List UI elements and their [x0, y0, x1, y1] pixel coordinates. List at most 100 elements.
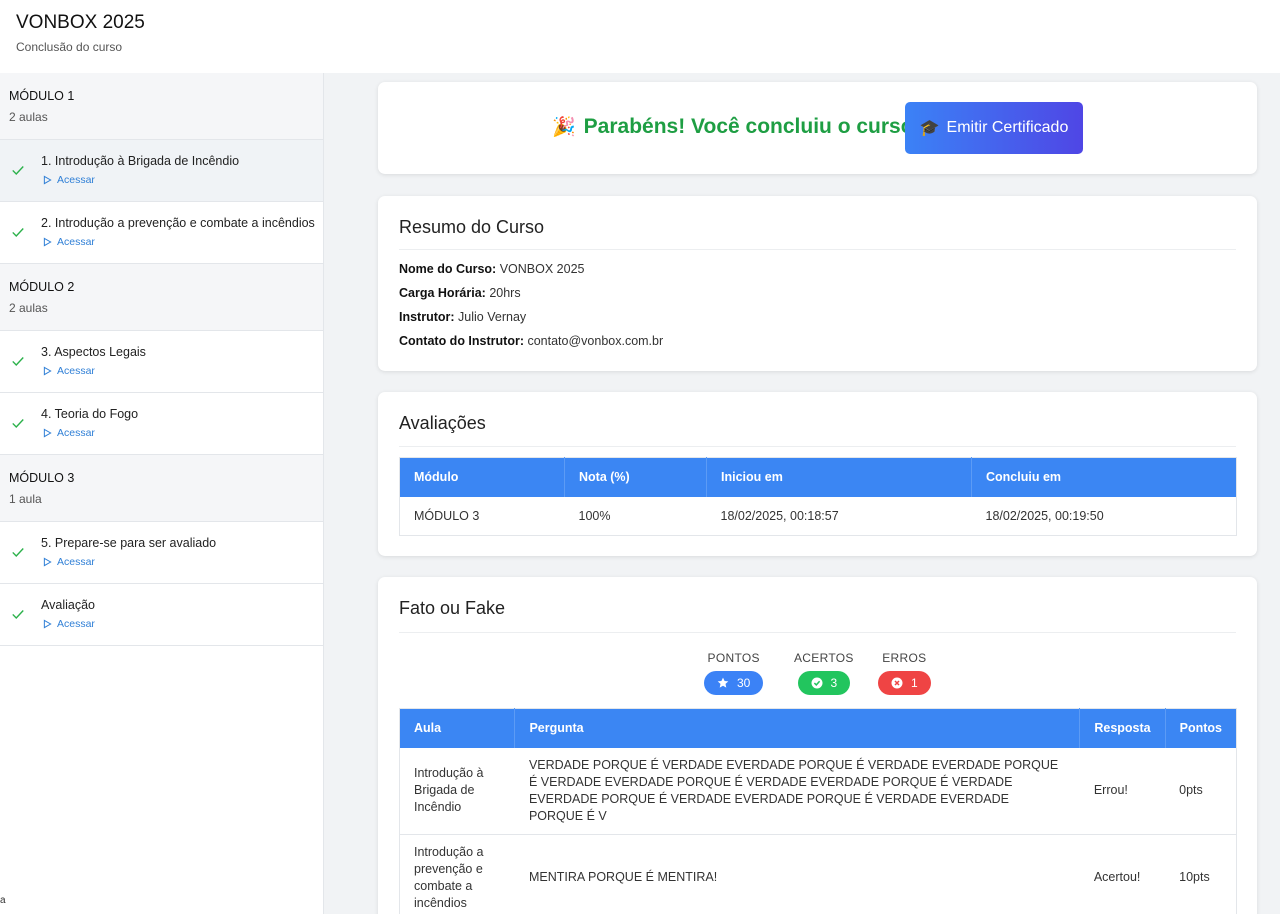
lesson-access-link[interactable]: Acessar: [43, 556, 95, 568]
play-icon: [43, 428, 52, 438]
table-cell: Introdução a prevenção e combate a incên…: [399, 834, 515, 914]
evaluations-table: Módulo Nota (%) Iniciou em Concluiu em M…: [399, 457, 1237, 536]
sidebar-footer-text: a: [0, 895, 6, 906]
divider: [399, 632, 1236, 633]
lesson-access-link[interactable]: Acessar: [43, 427, 95, 439]
graduation-cap-icon: 🎓: [919, 120, 940, 137]
column-header: Nota (%): [564, 457, 707, 497]
divider: [399, 446, 1236, 447]
lesson-access-link[interactable]: Acessar: [43, 618, 95, 630]
issue-certificate-label: Emitir Certificado: [946, 119, 1069, 136]
star-icon: [717, 677, 729, 688]
points-stat: PONTOS 30: [704, 651, 764, 695]
module-title: MÓDULO 3: [9, 471, 75, 485]
x-circle-icon: [891, 677, 903, 689]
summary-course-name: Nome do Curso: VONBOX 2025: [399, 262, 585, 276]
lesson-access-label: Acessar: [57, 556, 95, 568]
sidebar-lesson-item[interactable]: 2. Introdução a prevenção e combate a in…: [0, 202, 323, 264]
stat-label: ACERTOS: [794, 651, 854, 665]
check-icon: [12, 548, 24, 557]
page-subtitle: Conclusão do curso: [16, 40, 123, 54]
stat-label: PONTOS: [707, 651, 760, 665]
lesson-access-label: Acessar: [57, 427, 95, 439]
table-row: Introdução à Brigada de Incêndio VERDADE…: [399, 747, 1237, 835]
evaluations-card: Avaliações Módulo Nota (%) Iniciou em Co…: [378, 392, 1257, 556]
table-row: Introdução a prevenção e combate a incên…: [399, 834, 1237, 914]
play-icon: [43, 237, 52, 247]
sidebar-lesson-item[interactable]: 4. Teoria do Fogo Acessar: [0, 393, 323, 455]
stat-label: ERROS: [882, 651, 927, 665]
errors-badge: 1: [878, 671, 931, 695]
fact-or-fake-table-wrap: Aula Pergunta Resposta Pontos Introdução…: [399, 708, 1237, 914]
table-cell: Introdução à Brigada de Incêndio: [399, 747, 515, 835]
lesson-access-link[interactable]: Acessar: [43, 365, 95, 377]
column-header: Iniciou em: [706, 457, 972, 497]
lesson-title: 4. Teoria do Fogo: [41, 407, 139, 421]
fact-or-fake-table: Aula Pergunta Resposta Pontos Introdução…: [399, 708, 1237, 914]
congrats-card: 🎉 Parabéns! Você concluiu o curso. 🎓 Emi…: [378, 82, 1257, 174]
module-lesson-count: 2 aulas: [9, 301, 48, 315]
course-sidebar: MÓDULO 1 2 aulas 1. Introdução à Brigada…: [0, 73, 324, 914]
stat-value: 1: [911, 676, 918, 690]
top-header: VONBOX 2025 Conclusão do curso: [0, 0, 1280, 73]
play-icon: [43, 557, 52, 567]
lesson-access-link[interactable]: Acessar: [43, 174, 95, 186]
hits-badge: 3: [797, 671, 851, 695]
errors-stat: ERROS 1: [878, 651, 931, 695]
lesson-access-label: Acessar: [57, 618, 95, 630]
fact-or-fake-card: Fato ou Fake PONTOS 30 ACERTOS 3 ERROS 1…: [378, 577, 1257, 914]
table-cell: 18/02/2025, 00:19:50: [971, 496, 1237, 536]
course-summary-card: Resumo do Curso Nome do Curso: VONBOX 20…: [378, 196, 1257, 371]
column-header: Módulo: [399, 457, 565, 497]
table-cell: 100%: [564, 496, 707, 536]
sidebar-lesson-item[interactable]: 5. Prepare-se para ser avaliado Acessar: [0, 522, 323, 584]
module-header[interactable]: MÓDULO 2 2 aulas: [0, 264, 323, 331]
sidebar-lesson-item[interactable]: 1. Introdução à Brigada de Incêndio Aces…: [0, 140, 323, 202]
course-summary-title: Resumo do Curso: [399, 217, 545, 237]
play-icon: [43, 619, 52, 629]
issue-certificate-button[interactable]: 🎓 Emitir Certificado: [905, 102, 1083, 154]
table-cell: 0pts: [1165, 747, 1237, 835]
table-header-row: Aula Pergunta Resposta Pontos: [399, 708, 1237, 748]
congrats-text: Parabéns! Você concluiu o curso.: [583, 115, 920, 138]
lesson-title: 2. Introdução a prevenção e combate a in…: [41, 216, 315, 230]
column-header: Resposta: [1079, 708, 1166, 748]
divider: [399, 249, 1236, 250]
hits-stat: ACERTOS 3: [794, 651, 854, 695]
points-badge: 30: [704, 671, 764, 695]
table-cell: MENTIRA PORQUE É MENTIRA!: [514, 834, 1080, 914]
summary-instructor: Instrutor: Julio Vernay: [399, 310, 527, 324]
module-header[interactable]: MÓDULO 1 2 aulas: [0, 73, 323, 140]
app-title: VONBOX 2025: [16, 12, 145, 33]
stat-value: 3: [830, 676, 838, 690]
module-header[interactable]: MÓDULO 3 1 aula: [0, 455, 323, 522]
check-circle-icon: [811, 677, 822, 689]
check-icon: [12, 419, 24, 428]
table-cell: MÓDULO 3: [399, 496, 565, 536]
module-lesson-count: 1 aula: [9, 492, 42, 506]
evaluations-title: Avaliações: [399, 413, 486, 433]
table-row: MÓDULO 3 100% 18/02/2025, 00:18:57 18/02…: [399, 496, 1237, 536]
party-icon: 🎉: [552, 117, 576, 138]
congrats-message: 🎉 Parabéns! Você concluiu o curso.: [552, 115, 919, 139]
table-header-row: Módulo Nota (%) Iniciou em Concluiu em: [399, 457, 1237, 497]
lesson-title: Avaliação: [41, 598, 95, 612]
lesson-access-label: Acessar: [57, 365, 95, 377]
lesson-title: 3. Aspectos Legais: [41, 345, 146, 359]
summary-workload: Carga Horária: 20hrs: [399, 286, 521, 300]
lesson-access-label: Acessar: [57, 174, 95, 186]
column-header: Concluiu em: [971, 457, 1237, 497]
table-cell: Errou!: [1079, 747, 1166, 835]
stat-value: 30: [737, 676, 751, 690]
lesson-title: 5. Prepare-se para ser avaliado: [41, 536, 217, 550]
check-icon: [12, 357, 24, 366]
check-icon: [12, 610, 24, 619]
lesson-access-label: Acessar: [57, 236, 95, 248]
lesson-title: 1. Introdução à Brigada de Incêndio: [41, 154, 240, 168]
module-title: MÓDULO 1: [9, 89, 75, 103]
sidebar-lesson-item[interactable]: Avaliação Acessar: [0, 584, 323, 646]
module-lesson-count: 2 aulas: [9, 110, 48, 124]
table-cell: Acertou!: [1079, 834, 1166, 914]
sidebar-lesson-item[interactable]: 3. Aspectos Legais Acessar: [0, 331, 323, 393]
lesson-access-link[interactable]: Acessar: [43, 236, 95, 248]
